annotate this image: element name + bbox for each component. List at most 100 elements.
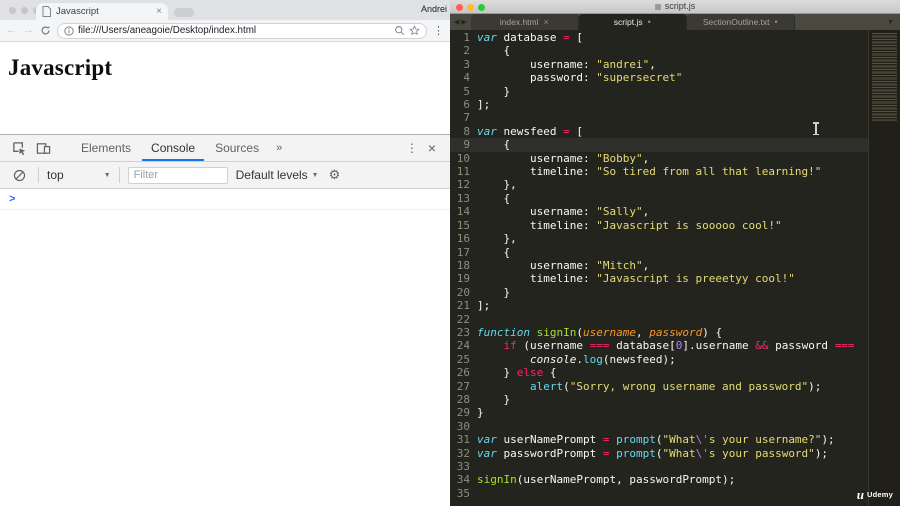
- line-number: 18: [456, 258, 470, 272]
- url-text[interactable]: file:///Users/aneagoie/Desktop/index.htm…: [78, 25, 390, 36]
- code-line[interactable]: 4 password: "supersecret": [450, 71, 868, 84]
- devtools-tab-sources[interactable]: Sources: [206, 135, 268, 161]
- code-line[interactable]: 8 var newsfeed = [: [450, 125, 868, 138]
- code-text: {: [477, 138, 511, 152]
- console-prompt-row[interactable]: >: [0, 189, 450, 210]
- code-line[interactable]: 14 username: "Sally",: [450, 205, 868, 218]
- code-line[interactable]: 7: [450, 111, 868, 124]
- console-settings-gear-icon[interactable]: ⚙: [329, 167, 341, 183]
- editor-tab-sectionoutline-txt[interactable]: SectionOutline.txt •: [686, 14, 795, 30]
- code-line[interactable]: 5 }: [450, 85, 868, 98]
- code-line[interactable]: 26 } else {: [450, 366, 868, 379]
- minimap[interactable]: [872, 33, 897, 121]
- line-number: 4: [463, 71, 470, 85]
- info-icon[interactable]: [64, 25, 74, 36]
- code-line[interactable]: 23 function signIn(username, password) {: [450, 326, 868, 339]
- code-text: var newsfeed = [: [477, 124, 583, 138]
- more-tabs-icon[interactable]: »: [270, 142, 288, 154]
- devtools-tab-console[interactable]: Console: [142, 135, 205, 161]
- code-line[interactable]: 1 var database = [: [450, 31, 868, 44]
- code-text: }: [477, 285, 511, 299]
- window-close-button[interactable]: [9, 7, 16, 14]
- page-heading: Javascript: [8, 55, 113, 80]
- console-output[interactable]: >: [0, 189, 450, 506]
- line-number: 17: [456, 245, 470, 259]
- code-line[interactable]: 13 {: [450, 192, 868, 205]
- tab-overflow-icon[interactable]: ▼: [881, 14, 900, 30]
- code-line[interactable]: 6];: [450, 98, 868, 111]
- line-number: 2: [463, 44, 470, 58]
- line-number: 12: [456, 178, 470, 192]
- code-line[interactable]: 9 {: [450, 138, 868, 152]
- line-number: 15: [456, 218, 470, 232]
- code-line[interactable]: 3 username: "andrei",: [450, 58, 868, 71]
- code-line[interactable]: 33: [450, 460, 868, 473]
- line-number: 23: [456, 325, 470, 339]
- devtools-tab-elements[interactable]: Elements: [72, 135, 140, 161]
- devtools-close-icon[interactable]: ×: [428, 140, 436, 156]
- code-text: }: [477, 392, 511, 406]
- code-line[interactable]: 15 timeline: "Javascript is sooooo cool!…: [450, 219, 868, 232]
- code-line[interactable]: 31 var userNamePrompt = prompt("What\'s y…: [450, 433, 868, 446]
- code-line[interactable]: 18 username: "Mitch",: [450, 259, 868, 272]
- code-text: timeline: "So tired from all that learni…: [477, 165, 822, 179]
- context-selector[interactable]: top ▼: [47, 168, 111, 182]
- log-levels-dropdown[interactable]: Default levels ▼: [236, 168, 319, 182]
- url-bar[interactable]: file:///Users/aneagoie/Desktop/index.htm…: [57, 22, 427, 39]
- code-line[interactable]: 25 console.log(newsfeed);: [450, 353, 868, 366]
- code-text: timeline: "Javascript is sooooo cool!": [477, 218, 782, 232]
- code-line[interactable]: 29}: [450, 406, 868, 419]
- line-number: 1: [463, 31, 470, 44]
- line-number: 10: [456, 151, 470, 165]
- code-line[interactable]: 12 },: [450, 178, 868, 191]
- code-line[interactable]: 34 signIn(userNamePrompt, passwordPrompt)…: [450, 473, 868, 486]
- clear-console-icon[interactable]: [8, 164, 30, 186]
- tab-close-icon[interactable]: ×: [156, 6, 162, 17]
- line-number: 20: [456, 285, 470, 299]
- editor-tab-script-js[interactable]: script.js •: [578, 14, 687, 30]
- code-text: },: [477, 232, 517, 246]
- tab-label: index.html: [499, 17, 539, 27]
- inspect-element-icon[interactable]: [8, 137, 30, 159]
- code-line[interactable]: 10 username: "Bobby",: [450, 152, 868, 165]
- code-line[interactable]: 19 timeline: "Javascript is preeetyy coo…: [450, 272, 868, 285]
- code-line[interactable]: 28 }: [450, 393, 868, 406]
- text-cursor-icon: [813, 122, 818, 135]
- code-line[interactable]: 21];: [450, 299, 868, 312]
- bookmark-star-icon[interactable]: [409, 25, 420, 36]
- tab-close-icon[interactable]: ×: [544, 17, 549, 27]
- line-number: 24: [456, 339, 470, 353]
- code-line[interactable]: 16 },: [450, 232, 868, 245]
- tab-scroll-right-icon[interactable]: ▶: [461, 18, 466, 26]
- devtools-menu-icon[interactable]: ⋮: [406, 141, 418, 155]
- code-line[interactable]: 32 var passwordPrompt = prompt("What\'s y…: [450, 447, 868, 460]
- window-minimize-button[interactable]: [21, 7, 28, 14]
- line-number: 29: [456, 406, 470, 420]
- forward-icon[interactable]: →: [23, 25, 34, 36]
- editor-tab-index-html[interactable]: index.html ×: [470, 14, 579, 30]
- code-line[interactable]: 27 alert("Sorry, wrong username and pass…: [450, 380, 868, 393]
- new-tab-button[interactable]: [174, 8, 194, 17]
- tab-scroll-left-icon[interactable]: ◀: [454, 18, 459, 26]
- code-line[interactable]: 35: [450, 487, 868, 500]
- unsaved-dot-icon[interactable]: •: [775, 17, 778, 27]
- line-number: 8: [463, 124, 470, 138]
- reload-icon[interactable]: [40, 25, 51, 36]
- browser-menu-icon[interactable]: ⋮: [433, 24, 444, 37]
- unsaved-dot-icon[interactable]: •: [648, 17, 651, 27]
- code-line[interactable]: 24 if (username === database[0].username…: [450, 339, 868, 352]
- code-line[interactable]: 20 }: [450, 286, 868, 299]
- browser-tab[interactable]: Javascript ×: [36, 3, 168, 20]
- code-line[interactable]: 11 timeline: "So tired from all that lea…: [450, 165, 868, 178]
- code-line[interactable]: 17 {: [450, 246, 868, 259]
- code-line[interactable]: 22: [450, 313, 868, 326]
- line-number: 14: [456, 205, 470, 219]
- code-line[interactable]: 30: [450, 420, 868, 433]
- filter-input[interactable]: [127, 166, 228, 184]
- zoom-icon[interactable]: [394, 25, 405, 36]
- device-toolbar-icon[interactable]: [32, 137, 54, 159]
- code-line[interactable]: 2 {: [450, 44, 868, 57]
- code-lines[interactable]: 1 var database = [2 {3 username: "andrei"…: [450, 30, 868, 506]
- back-icon[interactable]: ←: [6, 25, 17, 36]
